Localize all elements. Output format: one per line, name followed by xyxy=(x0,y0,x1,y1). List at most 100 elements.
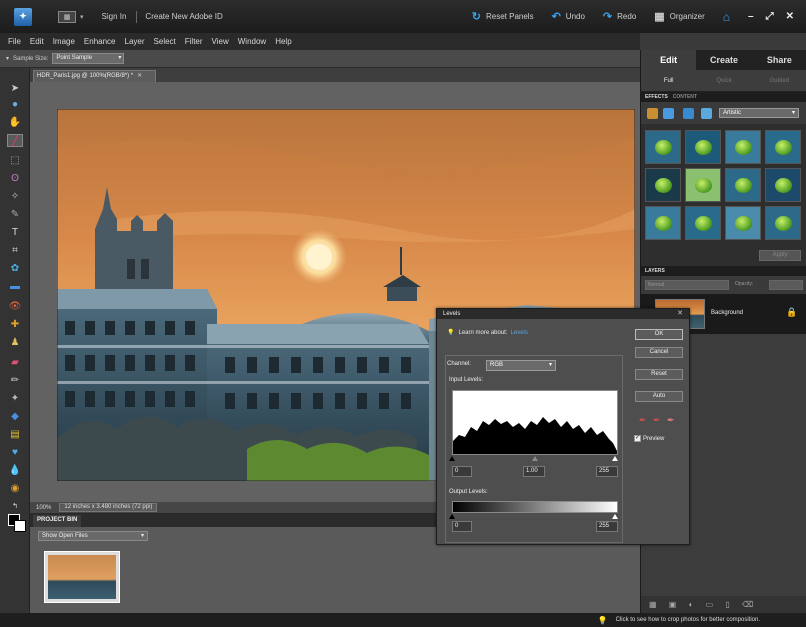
close-icon[interactable]: ✕ xyxy=(786,11,794,22)
brush-tool-icon[interactable]: ✏ xyxy=(7,374,23,387)
quick-selection-tool-icon[interactable]: ✎ xyxy=(7,208,23,221)
show-files-select[interactable]: Show Open Files xyxy=(38,531,148,541)
effect-thumbnail[interactable] xyxy=(725,168,761,202)
menu-image[interactable]: Image xyxy=(53,37,75,46)
undo-button[interactable]: ↶ Undo xyxy=(552,10,585,23)
subtab-quick[interactable]: Quick xyxy=(696,70,751,91)
hint-text[interactable]: Click to see how to crop photos for bett… xyxy=(616,617,760,623)
input-levels-slider[interactable] xyxy=(449,456,618,462)
output-black-field[interactable]: 0 xyxy=(452,521,472,532)
smart-brush-tool-icon[interactable]: ✦ xyxy=(7,392,23,405)
output-white-field[interactable]: 255 xyxy=(596,521,618,532)
blur-tool-icon[interactable]: 💧 xyxy=(7,464,23,477)
tab-edit[interactable]: Edit xyxy=(641,50,697,70)
healing-brush-tool-icon[interactable]: ✚ xyxy=(7,318,23,331)
preview-checkbox[interactable]: ✓ Preview xyxy=(634,435,664,442)
gray-eyedropper-icon[interactable]: ✒ xyxy=(653,415,661,426)
menu-view[interactable]: View xyxy=(212,37,229,46)
sample-size-select[interactable]: Point Sample xyxy=(52,53,125,64)
menu-enhance[interactable]: Enhance xyxy=(84,37,116,46)
ok-button[interactable]: OK xyxy=(635,329,683,340)
menu-window[interactable]: Window xyxy=(238,37,266,46)
input-white-field[interactable]: 255 xyxy=(596,466,618,477)
home-icon[interactable]: ⌂ xyxy=(723,10,730,24)
chevron-down-icon[interactable]: ▾ xyxy=(80,13,84,21)
effect-thumbnail[interactable] xyxy=(645,168,681,202)
document-dimensions[interactable]: 12 inches x 3.480 inches (72 ppi) xyxy=(59,503,158,512)
effect-thumbnail[interactable] xyxy=(645,206,681,240)
layer-styles-icon[interactable] xyxy=(663,108,674,119)
swap-colors-icon[interactable]: ↰ xyxy=(7,500,23,513)
menu-select[interactable]: Select xyxy=(154,37,176,46)
photo-effects-icon[interactable] xyxy=(683,108,694,119)
layers-tab[interactable]: LAYERS xyxy=(645,268,665,274)
reset-button[interactable]: Reset xyxy=(635,369,683,380)
black-eyedropper-icon[interactable]: ✒ xyxy=(639,415,647,426)
menu-file[interactable]: File xyxy=(8,37,21,46)
background-color-swatch[interactable] xyxy=(14,520,26,532)
sponge-tool-icon[interactable]: ◉ xyxy=(7,482,23,495)
clone-stamp-tool-icon[interactable]: ♟ xyxy=(7,336,23,349)
content-tab[interactable]: CONTENT xyxy=(673,94,697,100)
apply-button[interactable]: Apply xyxy=(759,250,801,261)
effect-thumbnail[interactable] xyxy=(685,168,721,202)
close-icon[interactable]: ✕ xyxy=(677,309,683,319)
output-white-handle[interactable] xyxy=(612,514,618,519)
effects-tab[interactable]: EFFECTS xyxy=(645,94,668,100)
eyedropper-tool-icon[interactable]: ╱ xyxy=(7,134,23,147)
black-point-handle[interactable] xyxy=(449,456,455,461)
white-point-handle[interactable] xyxy=(612,456,618,461)
learn-more-link[interactable]: Levels xyxy=(511,330,528,336)
create-adobe-id-link[interactable]: Create New Adobe ID xyxy=(145,12,222,21)
output-levels-slider[interactable] xyxy=(449,514,618,520)
opacity-field[interactable] xyxy=(769,280,803,290)
minimize-icon[interactable]: – xyxy=(748,11,754,22)
tool-preset-icon[interactable]: ▾ xyxy=(6,55,9,62)
shape-tool-icon[interactable]: ♥ xyxy=(7,446,23,459)
subtab-guided[interactable]: Guided xyxy=(752,70,806,91)
recompose-tool-icon[interactable]: ▬ xyxy=(7,280,23,293)
redo-button[interactable]: ↷ Redo xyxy=(603,10,636,23)
blend-mode-select[interactable]: Normal xyxy=(645,280,729,290)
reset-panels-button[interactable]: ↻ Reset Panels xyxy=(472,10,534,23)
effect-thumbnail[interactable] xyxy=(645,130,681,164)
effect-thumbnail[interactable] xyxy=(765,168,801,202)
zoom-tool-icon[interactable]: ● xyxy=(7,98,23,111)
effect-thumbnail[interactable] xyxy=(765,130,801,164)
eraser-tool-icon[interactable]: ▰ xyxy=(7,356,23,369)
channel-select[interactable]: RGB xyxy=(486,360,556,371)
magic-wand-tool-icon[interactable]: ✧ xyxy=(7,190,23,203)
crop-tool-icon[interactable]: ⌗ xyxy=(7,244,23,257)
auto-button[interactable]: Auto xyxy=(635,391,683,402)
organizer-button[interactable]: ▦ Organizer xyxy=(654,10,705,23)
effect-thumbnail[interactable] xyxy=(725,206,761,240)
white-eyedropper-icon[interactable]: ✒ xyxy=(667,415,675,426)
menu-layer[interactable]: Layer xyxy=(125,37,145,46)
menu-filter[interactable]: Filter xyxy=(185,37,203,46)
project-bin-tab[interactable]: PROJECT BIN xyxy=(33,515,82,527)
cookie-cutter-tool-icon[interactable]: ✿ xyxy=(7,262,23,275)
gradient-tool-icon[interactable]: ▤ xyxy=(7,428,23,441)
move-tool-icon[interactable]: ➤ xyxy=(7,82,23,95)
output-black-handle[interactable] xyxy=(449,514,455,519)
document-tab[interactable]: HDR_Paris1.jpg @ 100%(RGB/8*) * ✕ xyxy=(33,70,156,82)
cancel-button[interactable]: Cancel xyxy=(635,347,683,358)
levels-dialog-title-bar[interactable]: Levels ✕ xyxy=(437,309,689,319)
filters-icon[interactable] xyxy=(647,108,658,119)
close-tab-icon[interactable]: ✕ xyxy=(137,73,142,79)
menu-edit[interactable]: Edit xyxy=(30,37,44,46)
red-eye-tool-icon[interactable]: 👁 xyxy=(7,300,23,313)
effects-category-select[interactable]: Artistic xyxy=(719,108,799,118)
tab-create[interactable]: Create xyxy=(696,50,752,70)
type-tool-icon[interactable]: T xyxy=(7,226,23,239)
gamma-handle[interactable] xyxy=(532,456,538,461)
effect-thumbnail[interactable] xyxy=(725,130,761,164)
input-black-field[interactable]: 0 xyxy=(452,466,472,477)
bin-thumbnail[interactable] xyxy=(44,551,120,603)
effect-thumbnail[interactable] xyxy=(765,206,801,240)
effect-thumbnail[interactable] xyxy=(685,206,721,240)
lasso-tool-icon[interactable]: ʘ xyxy=(7,172,23,185)
hand-tool-icon[interactable]: ✋ xyxy=(7,116,23,129)
sign-in-link[interactable]: Sign In xyxy=(102,12,127,21)
restore-icon[interactable]: ⤢ xyxy=(766,11,774,22)
